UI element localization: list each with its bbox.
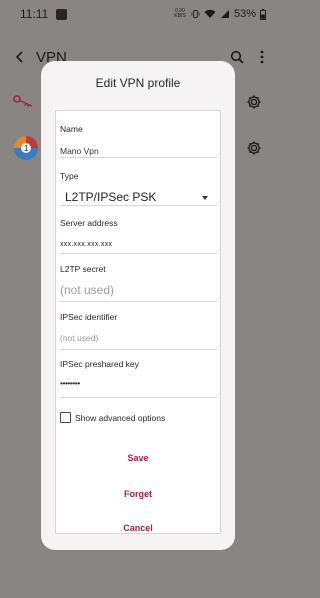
chevron-down-icon[interactable] (202, 196, 208, 200)
signal-icon (220, 10, 229, 18)
notification-icon (56, 8, 68, 20)
ipsec-identifier-label: IPSec identifier (60, 312, 118, 322)
server-address-input[interactable]: xxx.xxx.xxx.xxx (60, 241, 112, 248)
vpn-form: Name Mano Vpn Type L2TP/IPSec PSK Server… (55, 110, 221, 534)
ipsec-preshared-key-field[interactable]: IPSec preshared key •••••••• (60, 350, 218, 398)
save-button[interactable]: Save (56, 453, 220, 463)
status-time: 11:11 (20, 7, 49, 21)
l2tp-secret-input[interactable]: (not used) (60, 283, 114, 297)
key-icon (13, 95, 33, 108)
type-field[interactable]: Type L2TP/IPSec PSK (60, 158, 218, 206)
show-advanced-row[interactable]: Show advanced options (60, 412, 165, 423)
gear-icon[interactable] (246, 140, 262, 156)
server-address-field[interactable]: Server address xxx.xxx.xxx.xxx (60, 206, 218, 254)
type-label: Type (60, 171, 79, 181)
app-bar-actions (230, 50, 264, 64)
show-advanced-label: Show advanced options (75, 412, 166, 423)
mano-vpn-app-icon: 1 (14, 136, 38, 160)
name-input[interactable]: Mano Vpn (60, 146, 99, 156)
back-arrow-icon[interactable] (14, 51, 26, 63)
wifi-icon (204, 9, 216, 18)
battery-icon (260, 8, 266, 20)
vibrate-icon (191, 9, 200, 19)
forget-button[interactable]: Forget (41, 489, 235, 499)
show-advanced-checkbox[interactable] (60, 412, 71, 423)
status-icons: 0.00 KB/S 53% (173, 8, 266, 20)
gear-icon[interactable] (246, 94, 262, 110)
search-icon[interactable] (230, 50, 244, 64)
more-vert-icon[interactable] (260, 50, 264, 64)
ipsec-identifier-input[interactable]: (not used) (60, 333, 98, 343)
name-field[interactable]: Name Mano Vpn (60, 111, 218, 158)
dialog-title: Edit VPN profile (95, 76, 181, 90)
status-bar: 11:11 0.00 KB/S 53% (0, 0, 276, 28)
svg-text:1: 1 (24, 144, 29, 153)
name-label: Name (60, 124, 83, 134)
edit-vpn-dialog: Edit VPN profile Name Mano Vpn Type L2TP… (41, 61, 235, 550)
cancel-button[interactable]: Cancel (41, 523, 235, 533)
l2tp-secret-label: L2TP secret (60, 264, 106, 274)
server-address-label: Server address (60, 218, 118, 228)
l2tp-secret-field[interactable]: L2TP secret (not used) (60, 254, 218, 302)
battery-percent: 53% (233, 8, 256, 20)
ipsec-identifier-field[interactable]: IPSec identifier (not used) (60, 302, 218, 350)
network-speed: 0.00 KB/S (173, 9, 187, 19)
ipsec-preshared-key-input[interactable]: •••••••• (60, 378, 80, 388)
net-speed-unit: KB/S (174, 13, 186, 19)
type-select[interactable]: L2TP/IPSec PSK (65, 190, 156, 204)
ipsec-preshared-key-label: IPSec preshared key (60, 359, 139, 369)
